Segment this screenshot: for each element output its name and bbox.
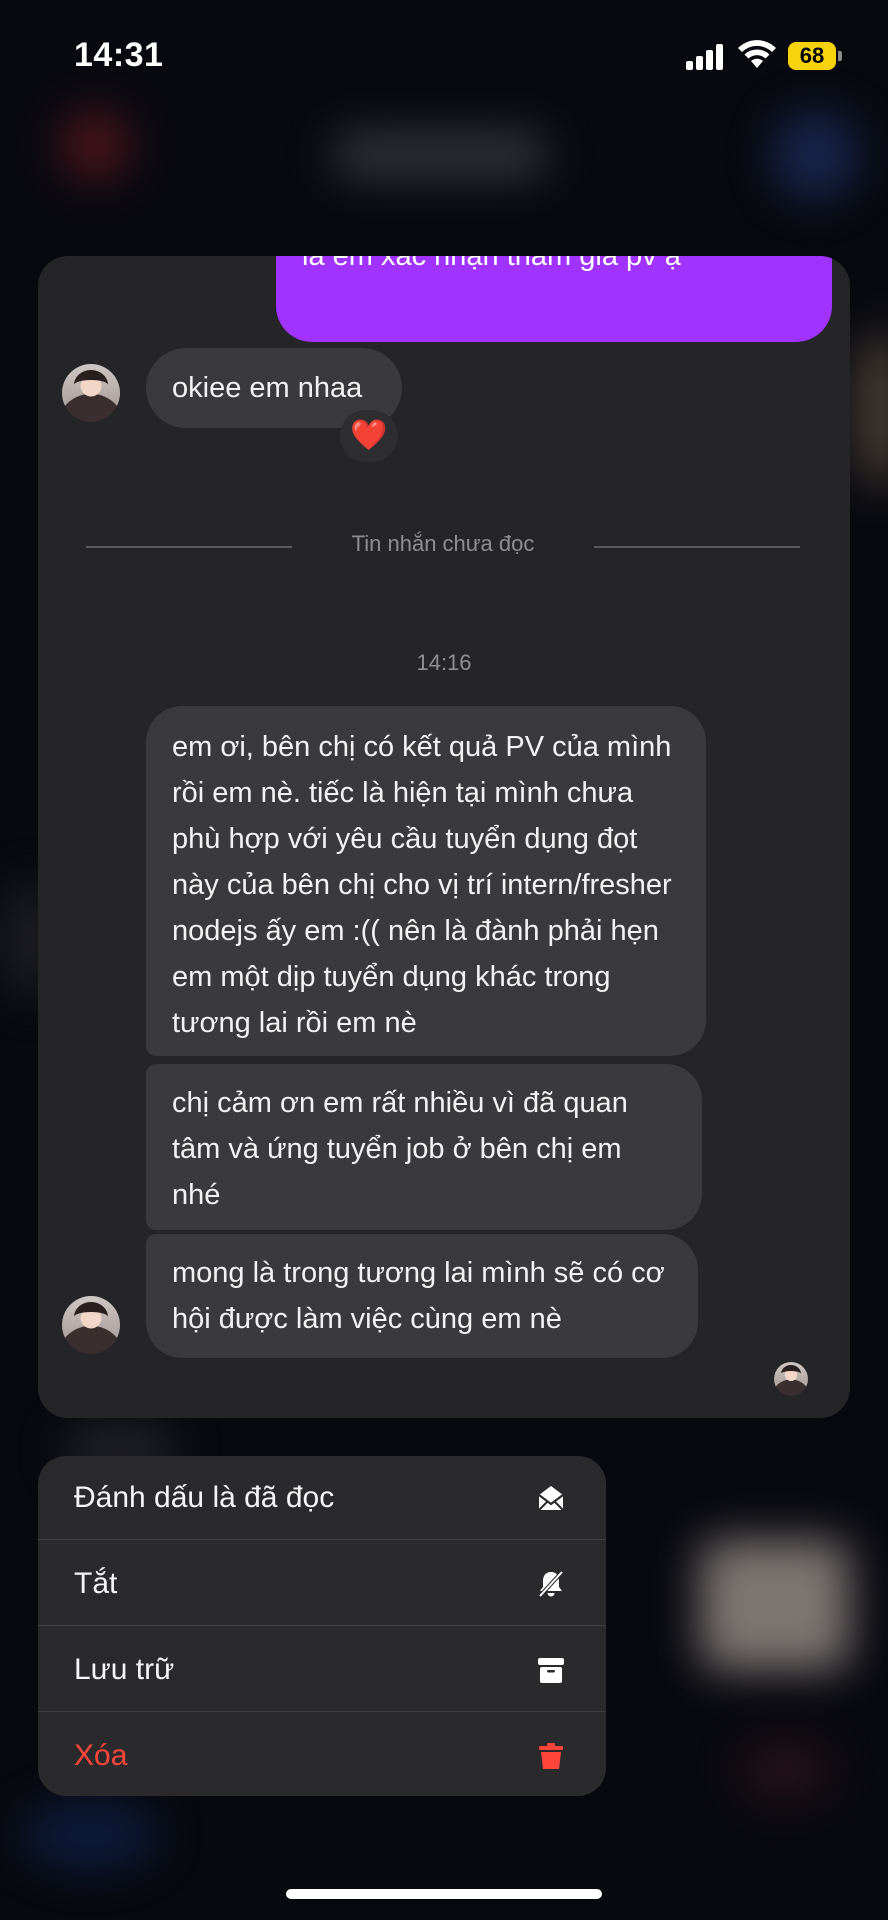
bell-slash-icon	[538, 1570, 564, 1598]
avatar	[62, 1296, 120, 1354]
home-indicator[interactable]	[286, 1889, 602, 1899]
menu-item-mark-as-read[interactable]: Đánh dấu là đã đọc	[38, 1456, 606, 1540]
unread-divider-line	[594, 546, 800, 548]
avatar	[62, 364, 120, 422]
status-time: 14:31	[74, 36, 164, 74]
menu-item-delete[interactable]: Xóa	[38, 1714, 606, 1796]
background-blob	[700, 1540, 850, 1670]
message-timestamp: 14:16	[416, 650, 472, 675]
outgoing-message-bubble: là em xác nhận tham gia pv ạ	[276, 256, 832, 342]
envelope-open-icon	[538, 1486, 564, 1511]
context-menu: Đánh dấu là đã đọc Tắt Lưu trữ Xóa	[38, 1456, 606, 1796]
background-blob	[850, 330, 888, 490]
battery-level: 68	[799, 43, 825, 68]
background-blob	[20, 1800, 160, 1870]
menu-item-label: Tắt	[74, 1567, 118, 1600]
archive-box-icon	[538, 1658, 564, 1683]
menu-item-label: Đánh dấu là đã đọc	[74, 1481, 335, 1514]
menu-item-archive[interactable]: Lưu trữ	[38, 1628, 606, 1712]
status-bar: 14:31 68	[0, 0, 888, 110]
battery-tip	[838, 51, 842, 61]
menu-item-label: Lưu trữ	[74, 1653, 175, 1686]
seen-receipt-avatar	[774, 1362, 808, 1396]
background-blob	[740, 1740, 830, 1800]
menu-item-mute[interactable]: Tắt	[38, 1542, 606, 1626]
battery-icon: 68	[788, 42, 842, 70]
unread-divider-label: Tin nhắn chưa đọc	[351, 531, 535, 556]
incoming-message-bubble: chị cảm ơn em rất nhiều vì đã quan tâm v…	[146, 1064, 702, 1230]
background-blob	[60, 110, 130, 180]
menu-item-label: Xóa	[74, 1739, 128, 1772]
unread-divider-line	[86, 546, 292, 548]
background-blob	[330, 130, 550, 180]
chat-preview-card[interactable]: là em xác nhận tham gia pv ạ okiee em nh…	[38, 256, 850, 1418]
heart-reaction-icon: ❤️	[340, 410, 398, 462]
outgoing-message-text: là em xác nhận tham gia pv ạ	[302, 256, 681, 272]
trash-icon	[539, 1743, 563, 1769]
cellular-signal-icon	[686, 42, 726, 70]
wifi-icon	[738, 40, 776, 68]
incoming-message-bubble: mong là trong tương lai mình sẽ có cơ hộ…	[146, 1234, 698, 1358]
incoming-message-bubble: em ơi, bên chị có kết quả PV của mình rồ…	[146, 706, 706, 1056]
background-blob	[770, 110, 860, 200]
